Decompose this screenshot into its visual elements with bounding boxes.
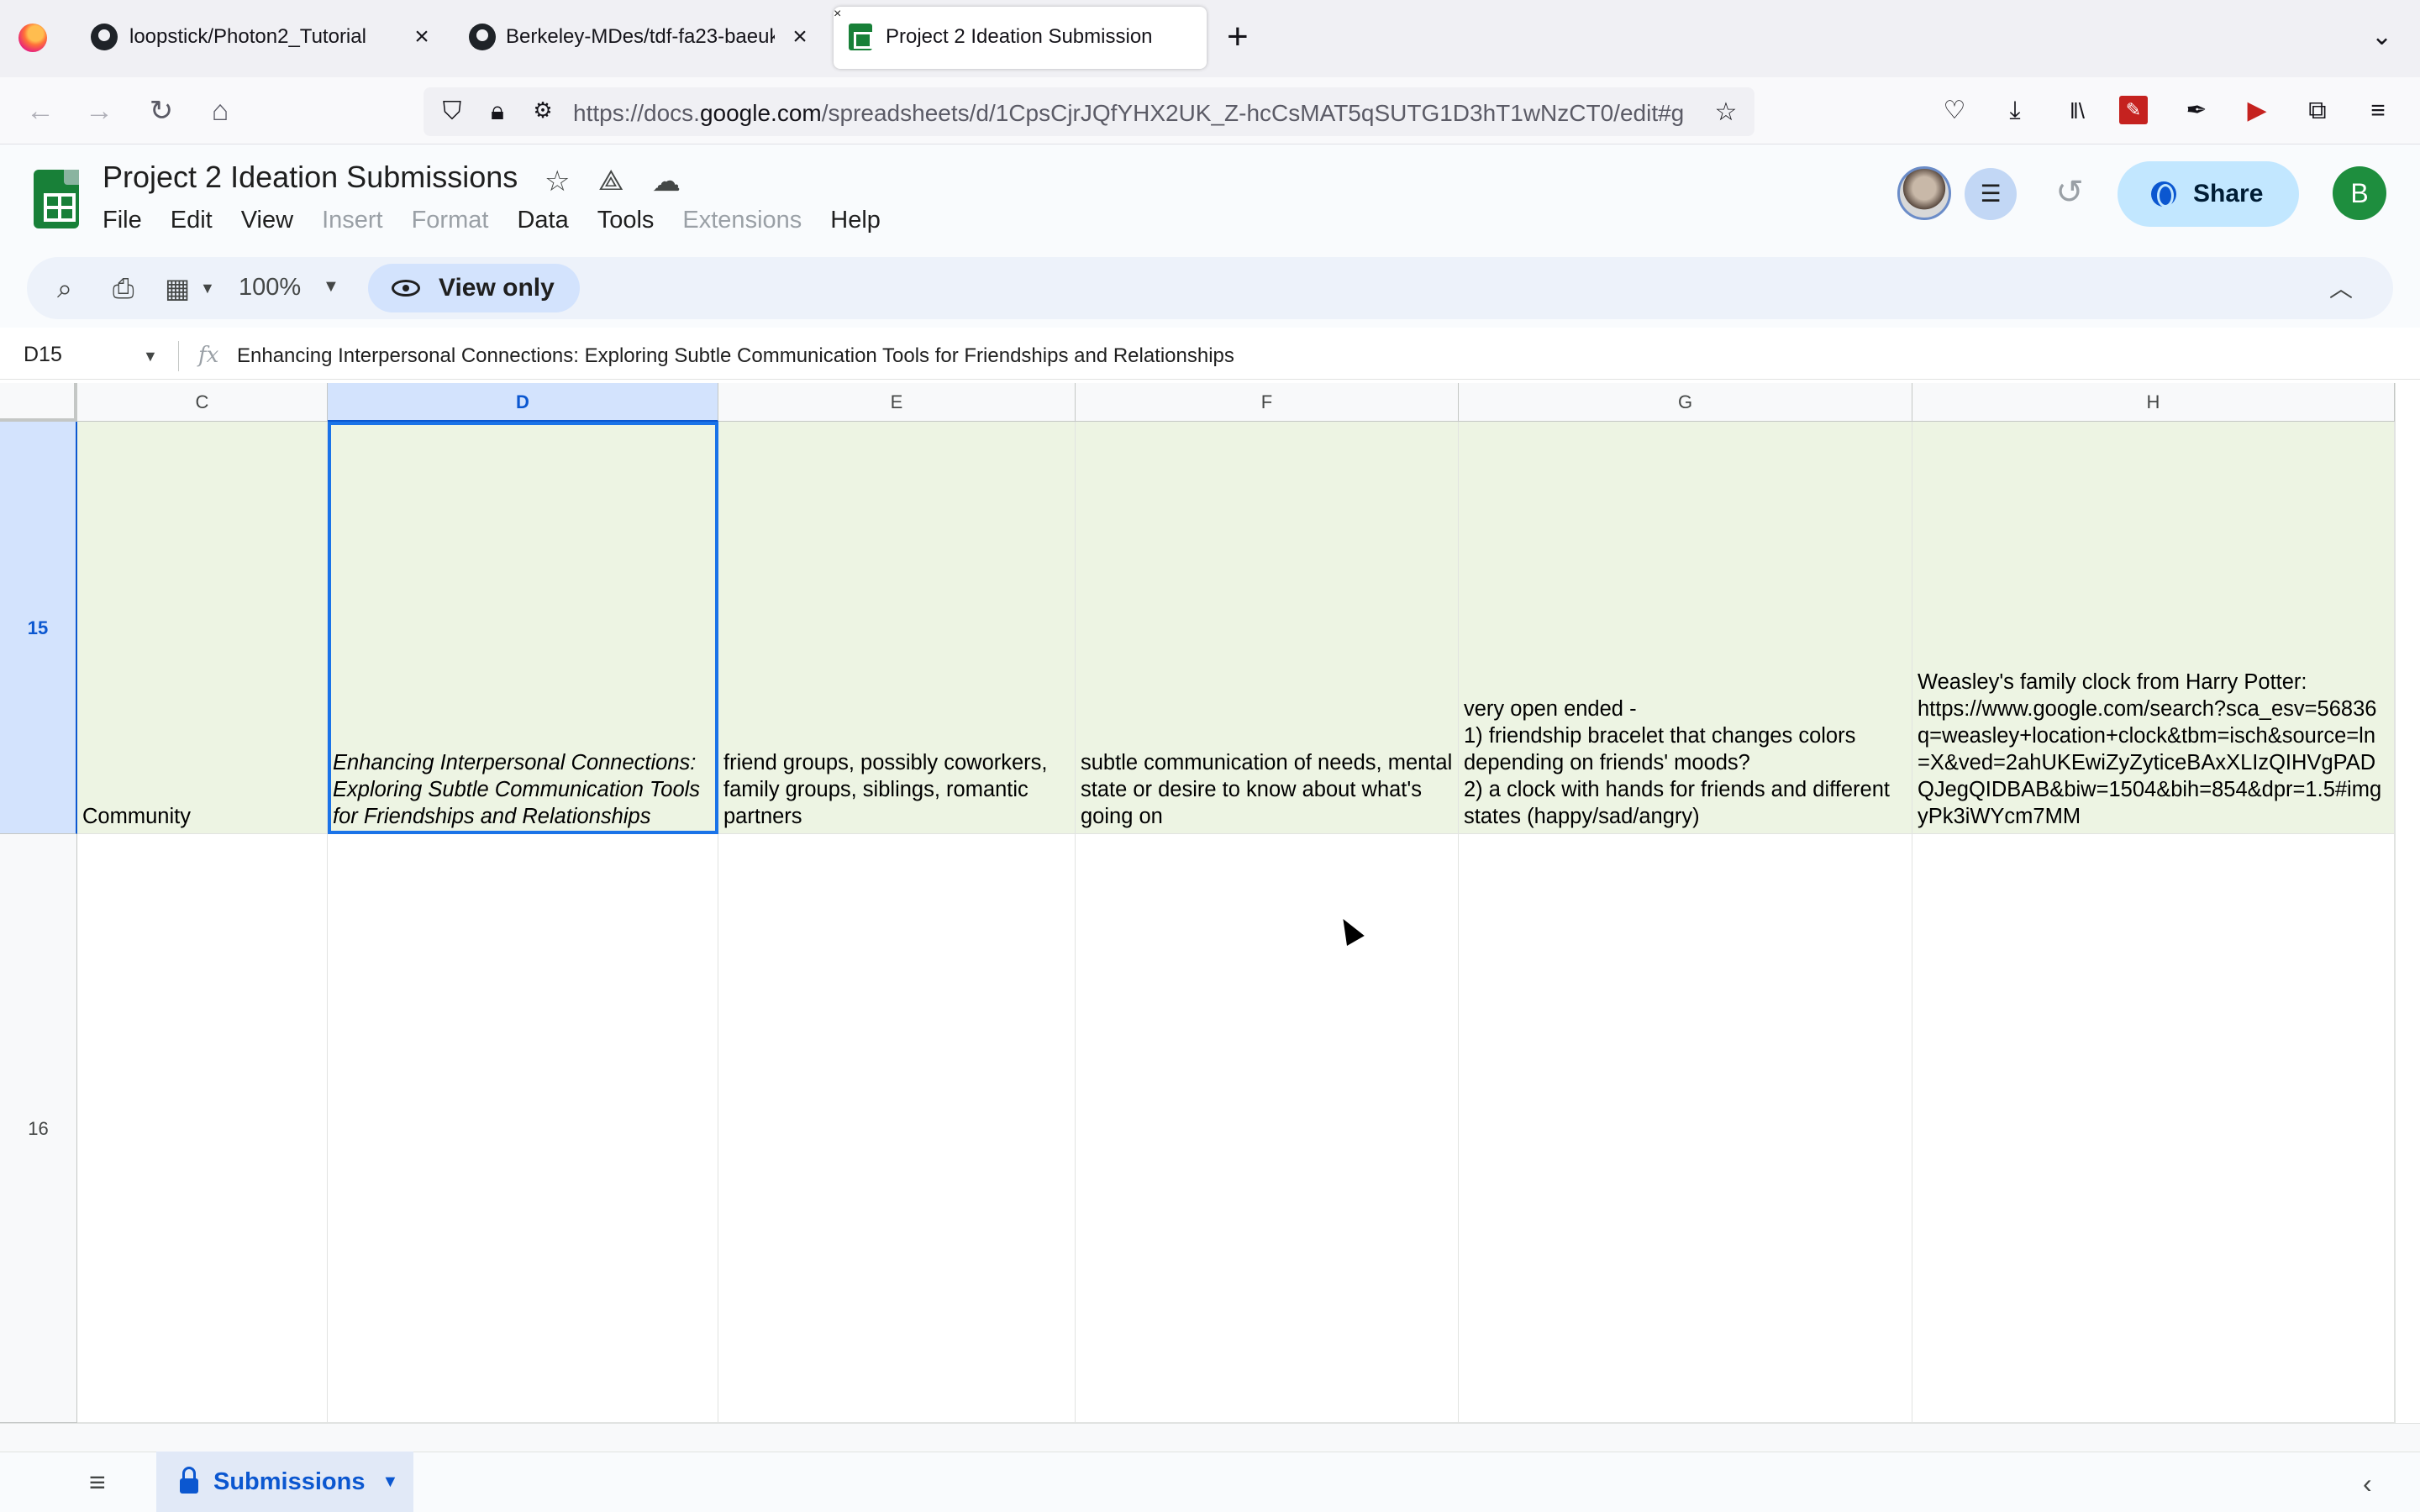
permissions-icon[interactable]: ⚙ [528, 97, 558, 123]
cell-e15[interactable]: friend groups, possibly coworkers, famil… [718, 422, 1076, 834]
cell-f16[interactable] [1076, 834, 1459, 1423]
browser-tab-bar: loopstick/Photon2_Tutorial × Berkeley-MD… [0, 0, 2420, 77]
browser-tab-1[interactable]: loopstick/Photon2_Tutorial × [0, 7, 437, 67]
cell-d15[interactable]: Enhancing Interpersonal Connections: Exp… [328, 422, 718, 834]
globe-icon [2151, 181, 2176, 207]
column-header-c[interactable]: C [77, 383, 328, 422]
list-all-tabs-icon[interactable]: ⌄ [2371, 22, 2392, 51]
eyedropper-icon[interactable]: ✒ [2178, 92, 2215, 129]
select-all-corner[interactable] [0, 383, 77, 422]
cell-c16[interactable] [77, 834, 328, 1423]
move-to-drive-icon[interactable]: ⟁ [598, 165, 623, 197]
menu-extensions[interactable]: Extensions [682, 205, 802, 235]
document-title[interactable]: Project 2 Ideation Submissions [103, 160, 518, 195]
sheet-tab-label: Submissions [213, 1467, 366, 1495]
fx-icon: fx [198, 343, 219, 368]
lock-icon[interactable]: 🔒︎ [482, 97, 513, 126]
user-avatar[interactable]: B [2333, 166, 2386, 220]
menu-format[interactable]: Format [412, 205, 489, 235]
row-header-16[interactable]: 16 [0, 834, 77, 1423]
menu-tools[interactable]: Tools [597, 205, 655, 235]
cell-g15[interactable]: very open ended - 1) friendship bracelet… [1459, 422, 1912, 834]
sheet-tab-submissions[interactable]: Submissions ▼ [156, 1452, 413, 1512]
pocket-icon[interactable]: ♡ [1936, 92, 1973, 129]
github-icon [469, 24, 496, 50]
cell-c15[interactable]: Community [77, 422, 328, 834]
filter-views-icon[interactable]: ▦ [165, 272, 190, 304]
tab-title: Project 2 Ideation Submissions [886, 25, 1153, 48]
column-header-h[interactable]: H [1912, 383, 2395, 422]
cell-d16[interactable] [328, 834, 718, 1423]
column-header-e[interactable]: E [718, 383, 1076, 422]
tab-title: loopstick/Photon2_Tutorial [129, 25, 366, 48]
back-icon[interactable]: ← [20, 91, 60, 131]
eye-icon [392, 280, 420, 297]
address-bar[interactable]: ⛉ 🔒︎ ⚙ https://docs.google.com/spreadshe… [424, 87, 1754, 136]
view-only-button[interactable]: View only [368, 264, 580, 312]
chevron-up-icon[interactable]: ︿ [2329, 270, 2353, 304]
cell-g16[interactable] [1459, 834, 1912, 1423]
downloads-icon[interactable]: ⤓ [1996, 92, 2033, 129]
menu-bar: File Edit View Insert Format Data Tools … [103, 205, 909, 235]
lock-icon [180, 1467, 198, 1494]
browser-tab-2[interactable]: Berkeley-MDes/tdf-fa23-baeuk × [385, 7, 822, 67]
forward-icon[interactable]: → [79, 91, 119, 131]
all-sheets-icon[interactable]: ≡ [89, 1468, 106, 1497]
close-tab-icon[interactable]: × [834, 7, 841, 21]
play-extension-icon[interactable]: ▶ [2238, 92, 2275, 129]
close-tab-icon[interactable]: × [786, 24, 813, 50]
vertical-scrollbar[interactable] [2395, 383, 2396, 1425]
chevron-down-icon[interactable]: ▼ [323, 277, 339, 297]
column-header-g[interactable]: G [1459, 383, 1912, 422]
view-only-label: View only [439, 274, 555, 302]
cell-f15[interactable]: subtle communication of needs, mental st… [1076, 422, 1459, 834]
column-header-d[interactable]: D [328, 383, 718, 422]
star-icon[interactable]: ☆ [544, 165, 570, 198]
cell-h16[interactable] [1912, 834, 2395, 1423]
horizontal-scrollbar[interactable] [0, 1423, 2420, 1452]
home-icon[interactable]: ⌂ [200, 91, 240, 131]
menu-hamburger-icon[interactable]: ≡ [2360, 92, 2396, 129]
menu-edit[interactable]: Edit [171, 205, 213, 235]
github-icon [91, 24, 118, 50]
menu-help[interactable]: Help [830, 205, 881, 235]
cell-h15[interactable]: Weasley's family clock from Harry Potter… [1912, 422, 2395, 834]
cloud-saved-icon[interactable]: ☁ [652, 165, 681, 198]
new-tab-button[interactable]: + [1227, 17, 1249, 57]
formula-input[interactable]: Enhancing Interpersonal Connections: Exp… [237, 344, 1234, 368]
comments-icon[interactable]: ☰ [1965, 168, 2017, 220]
column-header-f[interactable]: F [1076, 383, 1459, 422]
reload-icon[interactable]: ↻ [141, 91, 182, 131]
search-icon[interactable]: ⌕ [57, 272, 72, 304]
chevron-down-icon[interactable]: ▼ [382, 1473, 399, 1492]
name-box[interactable]: D15 [24, 343, 62, 367]
screen: loopstick/Photon2_Tutorial × Berkeley-MD… [0, 0, 2420, 1512]
cell-e16[interactable] [718, 834, 1076, 1423]
share-label: Share [2193, 180, 2264, 207]
version-history-icon[interactable]: ↺ [2049, 173, 2091, 212]
chevron-left-icon[interactable]: ‹ [2363, 1468, 2372, 1499]
google-sheets-icon [849, 24, 872, 50]
tab-title: Berkeley-MDes/tdf-fa23-baeuk [506, 25, 775, 48]
share-button[interactable]: Share [2118, 161, 2299, 227]
menu-insert[interactable]: Insert [322, 205, 383, 235]
bookmark-star-icon[interactable]: ☆ [1711, 97, 1741, 127]
library-icon[interactable]: ‖\ [2059, 92, 2096, 129]
chevron-down-icon[interactable]: ▼ [143, 348, 158, 365]
google-sheets-logo-icon[interactable] [34, 170, 79, 228]
divider [178, 341, 179, 371]
shield-icon[interactable]: ⛉ [437, 97, 467, 126]
browser-tab-active[interactable]: Project 2 Ideation Submissions × [834, 7, 1207, 69]
menu-data[interactable]: Data [517, 205, 568, 235]
print-icon[interactable]: ⎙ [113, 272, 134, 304]
zoom-select[interactable]: 100% [239, 274, 301, 302]
menu-view[interactable]: View [241, 205, 293, 235]
row-header-15[interactable]: 15 [0, 422, 77, 834]
chevron-down-icon[interactable]: ▼ [200, 272, 215, 304]
extensions-puzzle-icon[interactable]: ⧉ [2299, 92, 2336, 129]
menu-file[interactable]: File [103, 205, 142, 235]
collaborator-avatar[interactable] [1897, 166, 1951, 220]
extension-red-icon[interactable]: ✎ [2119, 96, 2148, 124]
url-text[interactable]: https://docs.google.com/spreadsheets/d/1… [573, 100, 1699, 127]
